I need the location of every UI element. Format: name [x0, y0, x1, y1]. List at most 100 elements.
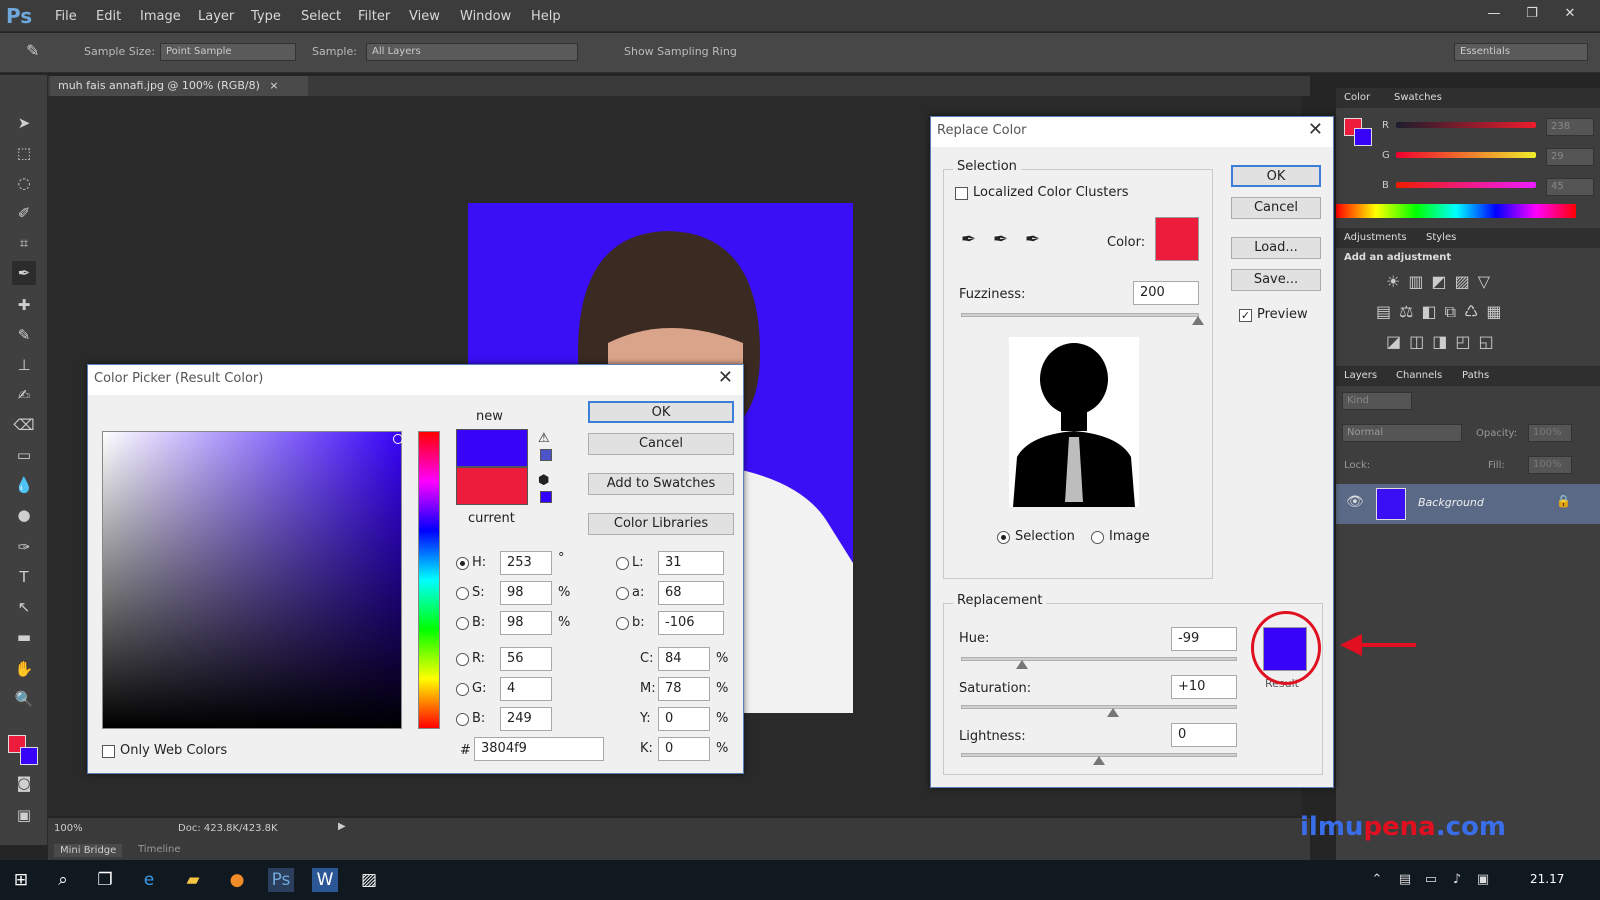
- lightness-slider[interactable]: [961, 753, 1237, 765]
- menu-image[interactable]: Image: [140, 9, 181, 24]
- battery-icon[interactable]: ▭: [1418, 868, 1444, 892]
- history-brush-icon[interactable]: ✍: [12, 383, 36, 407]
- adjustment-icons-row-3[interactable]: ◪◫◨◰◱: [1386, 332, 1502, 351]
- close-icon[interactable]: ✕: [1308, 119, 1323, 140]
- hand-tool-icon[interactable]: ✋: [12, 657, 36, 681]
- radio-l[interactable]: [616, 557, 629, 570]
- screen-mode-icon[interactable]: ▣: [12, 803, 36, 827]
- network-icon[interactable]: ▤: [1392, 868, 1418, 892]
- saturation-slider[interactable]: [961, 705, 1237, 717]
- tab-styles[interactable]: Styles: [1426, 232, 1456, 243]
- marquee-tool-icon[interactable]: ⬚: [12, 141, 36, 165]
- color-spectrum-ramp[interactable]: [1336, 204, 1576, 218]
- l-field[interactable]: 31: [658, 551, 724, 575]
- color-r-slider[interactable]: [1396, 122, 1536, 128]
- radio-g[interactable]: [456, 683, 469, 696]
- radio-a[interactable]: [616, 587, 629, 600]
- lasso-tool-icon[interactable]: ◌: [12, 171, 36, 195]
- type-tool-icon[interactable]: T: [12, 565, 36, 589]
- b-field[interactable]: 98: [500, 611, 552, 635]
- clock[interactable]: 21.17: [1530, 872, 1564, 886]
- healing-tool-icon[interactable]: ✚: [12, 293, 36, 317]
- menu-type[interactable]: Type: [251, 9, 281, 24]
- file-explorer-icon[interactable]: ▰: [180, 868, 206, 892]
- menu-filter[interactable]: Filter: [358, 9, 390, 24]
- blend-mode-select[interactable]: Normal: [1342, 424, 1462, 442]
- radio-blue[interactable]: [456, 713, 469, 726]
- web-safe-cube-icon[interactable]: ⬢: [538, 473, 549, 488]
- eyedropper-plus-icon[interactable]: ✒: [993, 229, 1008, 250]
- tab-layers[interactable]: Layers: [1344, 370, 1377, 381]
- edge-browser-icon[interactable]: e: [136, 868, 162, 892]
- stamp-tool-icon[interactable]: ⊥: [12, 353, 36, 377]
- lightness-slider-thumb[interactable]: [1093, 756, 1105, 765]
- y-field[interactable]: 0: [658, 707, 710, 731]
- color-g-slider[interactable]: [1396, 152, 1536, 158]
- move-tool-icon[interactable]: ➤: [12, 111, 36, 135]
- quick-mask-icon[interactable]: ◙: [12, 771, 36, 795]
- fuzziness-slider-thumb[interactable]: [1192, 316, 1204, 325]
- close-icon[interactable]: ✕: [718, 367, 733, 388]
- view-selection-radio[interactable]: [997, 531, 1010, 544]
- word-icon[interactable]: W: [312, 868, 338, 892]
- gradient-tool-icon[interactable]: ▭: [12, 443, 36, 467]
- tab-adjustments[interactable]: Adjustments: [1344, 232, 1407, 243]
- gamut-warning-icon[interactable]: ⚠: [538, 431, 550, 446]
- menu-file[interactable]: File: [55, 9, 77, 24]
- eyedropper-minus-icon[interactable]: ✒: [1025, 229, 1040, 250]
- photos-icon[interactable]: ▨: [356, 868, 382, 892]
- restore-button[interactable]: ❐: [1516, 4, 1548, 24]
- selection-color-swatch[interactable]: [1155, 217, 1199, 261]
- save-button[interactable]: Save...: [1231, 269, 1321, 291]
- tab-channels[interactable]: Channels: [1396, 370, 1442, 381]
- layer-visibility-eye-icon[interactable]: 👁: [1346, 494, 1364, 510]
- path-select-icon[interactable]: ↖: [12, 595, 36, 619]
- saturation-brightness-field[interactable]: [102, 431, 403, 729]
- menu-select[interactable]: Select: [301, 9, 341, 24]
- color-b-slider[interactable]: [1396, 182, 1536, 188]
- firefox-icon[interactable]: ●: [224, 868, 250, 892]
- a-field[interactable]: 68: [658, 581, 724, 605]
- radio-lab-b[interactable]: [616, 617, 629, 630]
- eyedropper-icon[interactable]: ✎: [26, 41, 39, 60]
- c-field[interactable]: 84: [658, 647, 710, 671]
- photoshop-taskbar-icon[interactable]: Ps: [268, 868, 294, 892]
- pen-tool-icon[interactable]: ✑: [12, 535, 36, 559]
- brush-tool-icon[interactable]: ✎: [12, 323, 36, 347]
- adjustment-icons-row-2[interactable]: ▤⚖◧⧉♺▦: [1376, 302, 1509, 322]
- status-arrow-icon[interactable]: ▶: [338, 821, 346, 832]
- lab-b-field[interactable]: -106: [658, 611, 724, 635]
- web-safe-swatch[interactable]: [540, 491, 552, 503]
- r-field[interactable]: 56: [500, 647, 552, 671]
- current-color-swatch[interactable]: [456, 467, 528, 505]
- color-r-value[interactable]: 238: [1546, 118, 1594, 136]
- h-field[interactable]: 253: [500, 551, 552, 575]
- hue-field[interactable]: -99: [1171, 627, 1237, 651]
- layer-name[interactable]: Background: [1418, 496, 1484, 509]
- windows-start-icon[interactable]: ⊞: [8, 868, 34, 892]
- ok-button[interactable]: OK: [1231, 165, 1321, 187]
- fill-field[interactable]: 100%: [1528, 456, 1572, 474]
- lightness-field[interactable]: 0: [1171, 723, 1237, 747]
- layer-row-background[interactable]: 👁 Background 🔒: [1336, 484, 1600, 524]
- radio-h[interactable]: [456, 557, 469, 570]
- color-field-cursor[interactable]: [393, 434, 403, 444]
- blur-tool-icon[interactable]: 💧: [12, 473, 36, 497]
- hue-slider[interactable]: [961, 657, 1237, 669]
- task-view-icon[interactable]: ❐: [92, 868, 118, 892]
- document-tab[interactable]: muh fais annafi.jpg @ 100% (RGB/8) ×: [50, 76, 308, 96]
- volume-icon[interactable]: ♪: [1444, 868, 1470, 892]
- zoom-level[interactable]: 100%: [54, 823, 83, 834]
- radio-s[interactable]: [456, 587, 469, 600]
- tray-chevron-icon[interactable]: ⌃: [1364, 868, 1390, 892]
- k-field[interactable]: 0: [658, 737, 710, 761]
- tab-mini-bridge[interactable]: Mini Bridge: [54, 844, 123, 857]
- cancel-button[interactable]: Cancel: [1231, 197, 1321, 219]
- crop-tool-icon[interactable]: ⌗: [12, 231, 36, 255]
- cancel-button[interactable]: Cancel: [588, 433, 734, 455]
- shape-tool-icon[interactable]: ▬: [12, 625, 36, 649]
- sample-size-select[interactable]: Point Sample: [160, 43, 296, 61]
- background-color-swatch[interactable]: [20, 747, 38, 765]
- layer-kind-filter[interactable]: Kind: [1342, 392, 1412, 410]
- opacity-field[interactable]: 100%: [1528, 424, 1572, 442]
